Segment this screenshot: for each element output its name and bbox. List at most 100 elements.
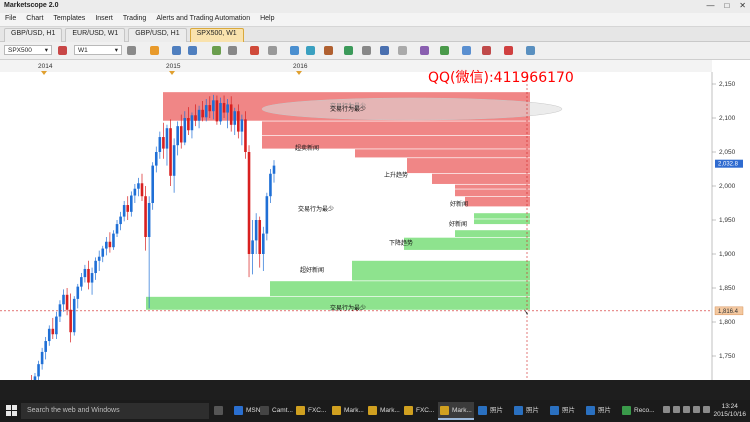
- candle-body: [179, 126, 183, 143]
- image-icon[interactable]: [344, 46, 353, 55]
- candle-body: [165, 128, 169, 149]
- candle-body: [233, 111, 237, 125]
- zoom-out-icon[interactable]: [188, 46, 197, 55]
- task-photos-1[interactable]: 照片: [476, 402, 510, 420]
- symbol-select[interactable]: SPX500 ▾: [4, 45, 52, 55]
- task-msn[interactable]: MSN: [232, 402, 260, 420]
- candle-body: [90, 273, 94, 283]
- candle-body: [265, 196, 269, 234]
- menu-trading[interactable]: Trading: [118, 13, 151, 26]
- menu-help[interactable]: Help: [255, 13, 279, 26]
- menu-insert[interactable]: Insert: [90, 13, 118, 26]
- task-photos-4[interactable]: 照片: [584, 402, 618, 420]
- candles-icon[interactable]: [150, 46, 159, 55]
- candle-body: [80, 277, 83, 287]
- pencil-icon[interactable]: [420, 46, 429, 55]
- taskbar-clock[interactable]: 13:24 2015/10/16: [713, 403, 746, 419]
- zone-annotation: 好新闻: [450, 200, 468, 208]
- menu-chart[interactable]: Chart: [21, 13, 48, 26]
- task-marketscope-1[interactable]: Mark...: [330, 402, 364, 420]
- save-icon[interactable]: [380, 46, 389, 55]
- task-photos-2[interactable]: 照片: [512, 402, 546, 420]
- trade-icon[interactable]: [58, 46, 67, 55]
- menu-templates[interactable]: Templates: [48, 13, 90, 26]
- menu-file[interactable]: File: [0, 13, 21, 26]
- candle-body: [212, 100, 215, 112]
- price-tick-label: 1,750: [719, 353, 736, 360]
- candle-body: [72, 298, 76, 333]
- crosshair-icon[interactable]: [268, 46, 277, 55]
- tab-eurusd-w1[interactable]: EUR/USD, W1: [65, 28, 126, 43]
- candle-body: [37, 364, 40, 377]
- candle-body: [197, 109, 201, 121]
- window-controls: — □ ✕: [706, 1, 746, 10]
- minimize-icon[interactable]: —: [706, 1, 714, 10]
- eraser-icon[interactable]: [504, 46, 513, 55]
- zone-annotation: 交易行为最少: [330, 105, 366, 113]
- tab-spx500-w1[interactable]: SPX500, W1: [189, 28, 244, 43]
- timeframe-select[interactable]: W1 ▾: [74, 45, 122, 55]
- candle-body: [119, 216, 122, 225]
- maximize-icon[interactable]: □: [724, 1, 729, 10]
- candle-body: [40, 351, 44, 365]
- task-view-icon[interactable]: [212, 402, 230, 420]
- scroll-icon[interactable]: [212, 46, 221, 55]
- candle-body: [204, 105, 208, 118]
- candle-body: [76, 286, 80, 299]
- task-photos-3[interactable]: 照片: [548, 402, 582, 420]
- trendline-icon[interactable]: [440, 46, 449, 55]
- candle-body: [144, 196, 147, 237]
- cursor-icon[interactable]: [398, 46, 407, 55]
- task-marketscope-2[interactable]: Mark...: [366, 402, 400, 420]
- tray-message-icon[interactable]: [703, 406, 710, 413]
- zone-annotation: 下降趋势: [389, 239, 413, 247]
- buy-zone: [352, 260, 530, 281]
- year-strip: [0, 60, 712, 72]
- properties-icon[interactable]: [526, 46, 535, 55]
- grid-icon[interactable]: [228, 46, 237, 55]
- tab-gbpusd-h1-2[interactable]: GBP/USD, H1: [128, 28, 187, 43]
- candle-body: [94, 260, 97, 274]
- tray-network-icon[interactable]: [673, 406, 680, 413]
- symbol-value: SPX500: [8, 47, 32, 54]
- menu-alerts[interactable]: Alerts and Trading Automation: [151, 13, 255, 26]
- task-fxcm-2[interactable]: FXC...: [402, 402, 436, 420]
- price-tick-label: 1,900: [719, 251, 736, 258]
- candle-body: [62, 294, 65, 305]
- window-titlebar: Marketscope 2.0 — □ ✕: [0, 0, 750, 14]
- globe-icon[interactable]: [306, 46, 315, 55]
- fibonacci-icon[interactable]: [324, 46, 333, 55]
- year-marker: 2015: [166, 63, 181, 70]
- indicators-icon[interactable]: [250, 46, 259, 55]
- close-icon[interactable]: ✕: [739, 1, 746, 10]
- tray-input-icon[interactable]: [693, 406, 700, 413]
- task-recorder[interactable]: Reco...: [620, 402, 656, 420]
- candle-body: [272, 165, 276, 174]
- task-fxcm-1[interactable]: FXC...: [294, 402, 328, 420]
- zoom-in-icon[interactable]: [172, 46, 181, 55]
- candle-body: [215, 100, 219, 122]
- price-tick-label: 2,050: [719, 149, 736, 156]
- settings-icon[interactable]: [362, 46, 371, 55]
- windows-start-icon[interactable]: [6, 405, 17, 416]
- year-marker: 2014: [38, 63, 53, 70]
- candle-body: [251, 240, 254, 254]
- candle-body: [33, 376, 37, 380]
- chart-type-icon[interactable]: [127, 46, 136, 55]
- candle-body: [151, 165, 155, 203]
- price-tick-label: 1,800: [719, 319, 736, 326]
- price-tick-label: 1,950: [719, 217, 736, 224]
- tray-chevron-icon[interactable]: [663, 406, 670, 413]
- price-chart[interactable]: 2014 2015 2016 2,150 2,100 2,050 2,000 1,950 1,9…: [0, 60, 750, 380]
- candle-body: [137, 183, 140, 189]
- line-tool-icon[interactable]: [290, 46, 299, 55]
- tray-volume-icon[interactable]: [683, 406, 690, 413]
- sell-zone: [432, 173, 530, 184]
- candle-body: [154, 152, 158, 166]
- taskbar-search[interactable]: Search the web and Windows: [21, 403, 209, 419]
- task-marketscope-3[interactable]: Mark...: [438, 402, 474, 420]
- task-camtasia[interactable]: Camt...: [258, 402, 293, 420]
- shapes-icon[interactable]: [462, 46, 471, 55]
- tab-gbpusd-h1[interactable]: GBP/USD, H1: [4, 28, 63, 43]
- text-tool-icon[interactable]: [482, 46, 491, 55]
